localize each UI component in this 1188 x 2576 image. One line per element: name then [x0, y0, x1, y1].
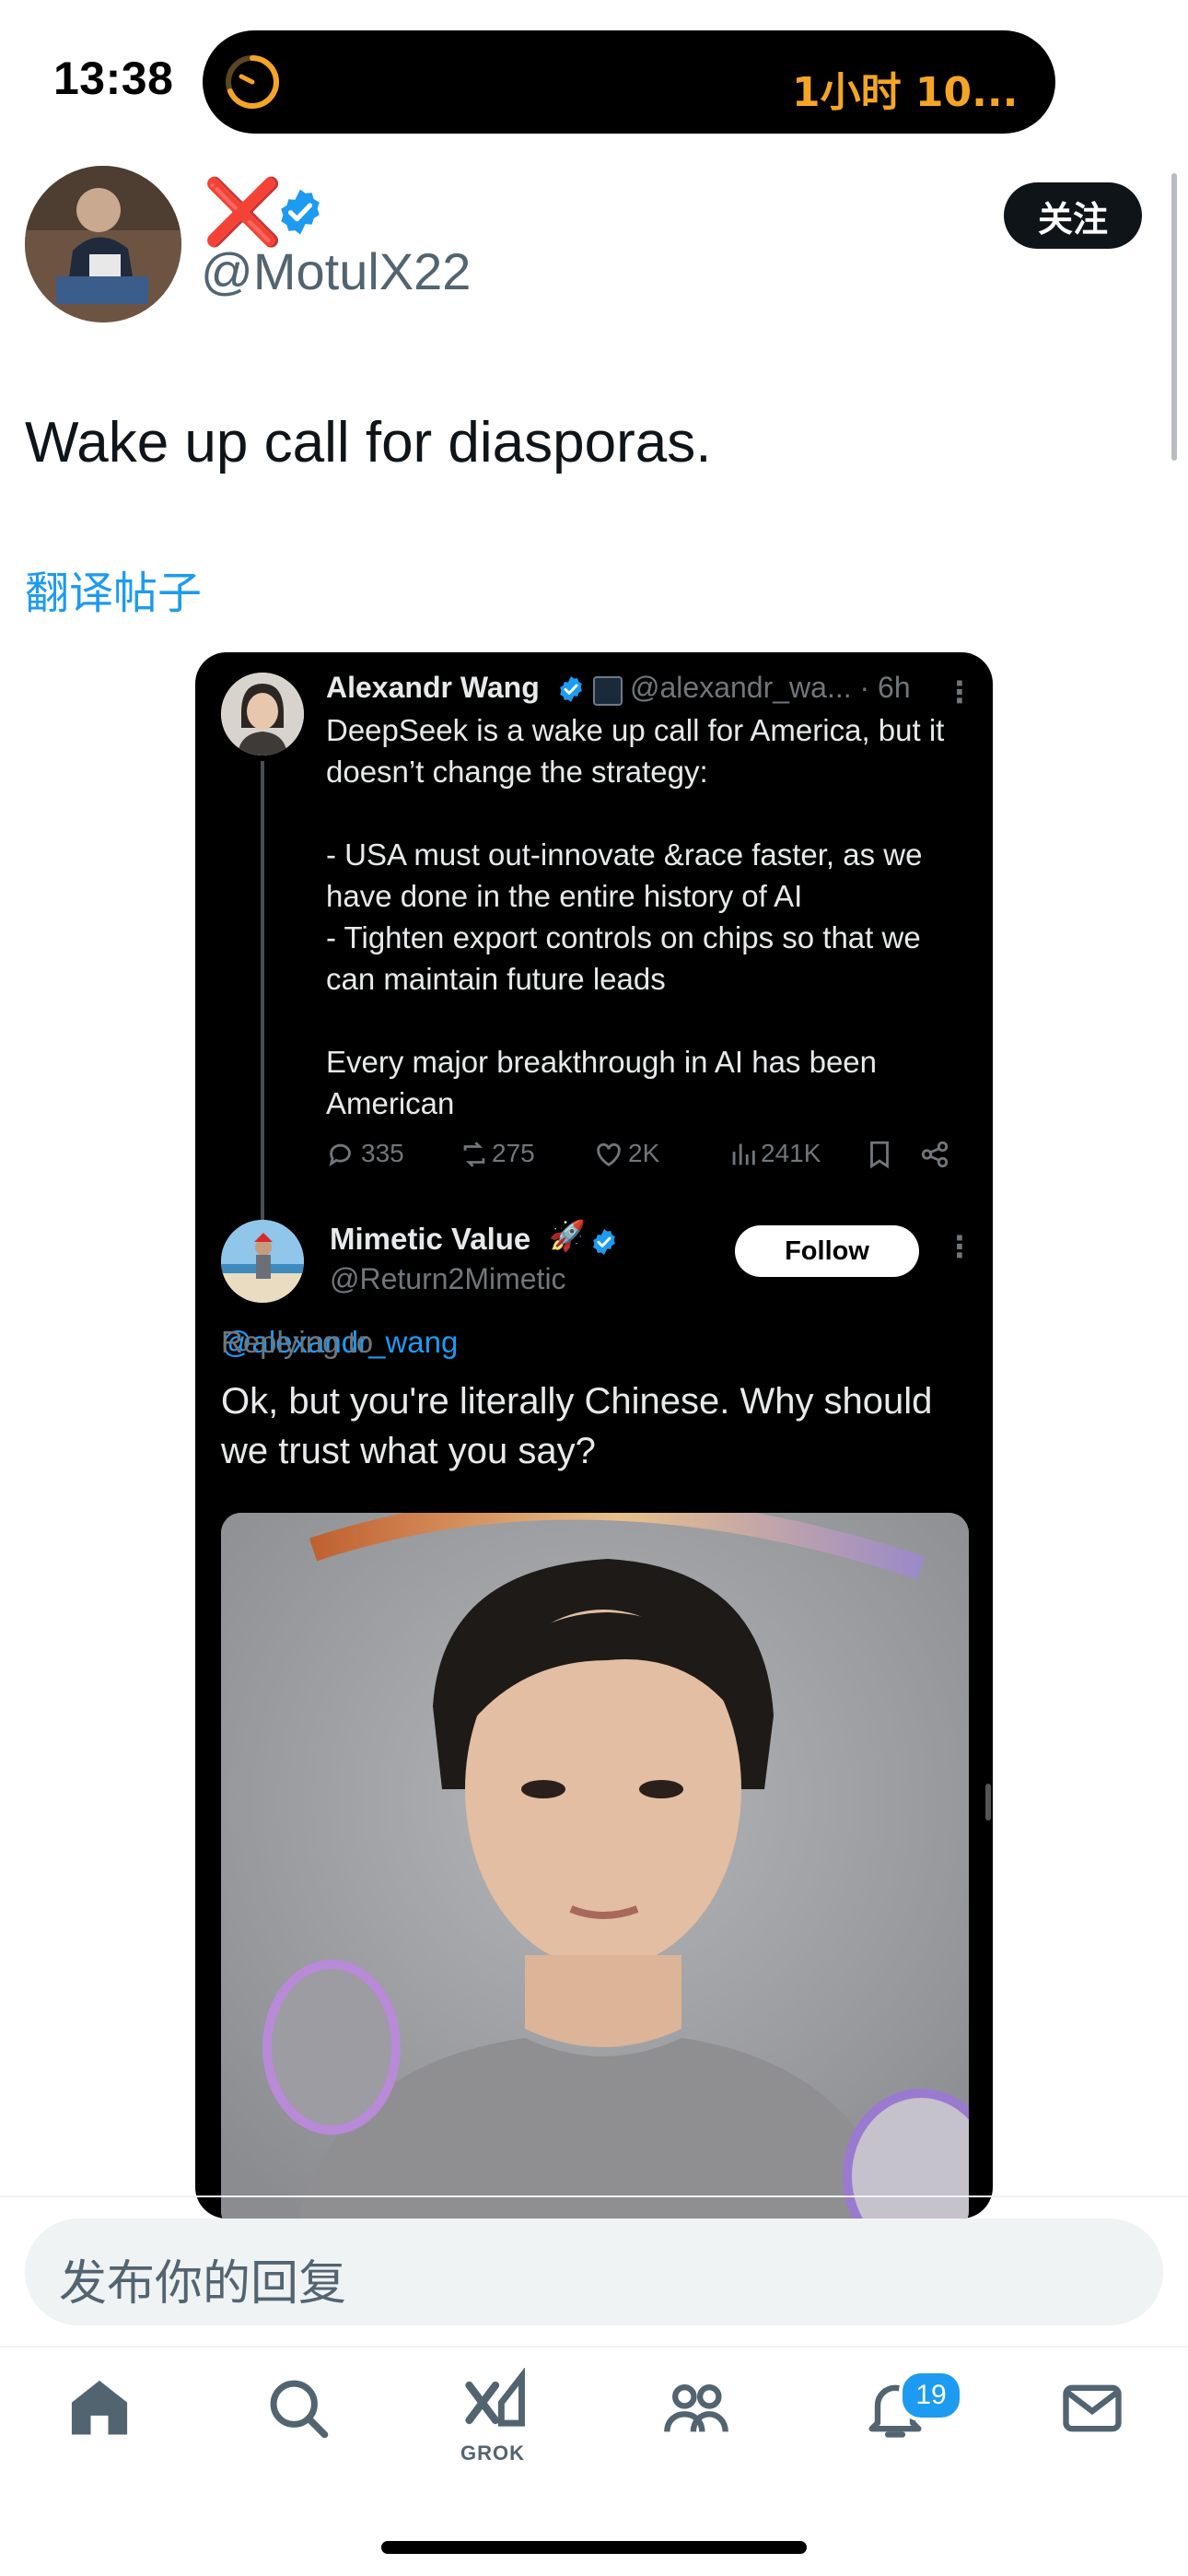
- divider: [0, 2195, 1188, 2197]
- like-count: 2K: [628, 1139, 660, 1167]
- messages-icon[interactable]: [1057, 2373, 1127, 2443]
- live-activity-text: 1小时 10...: [792, 69, 1019, 116]
- thread-line: [261, 761, 264, 1222]
- embedded-scrollbar: [985, 1784, 991, 1821]
- affiliation-badge-icon: [593, 676, 623, 706]
- embedded-screenshot[interactable]: Alexandr Wang @alexandr_wa... · 6h ⋮ Dee…: [195, 652, 993, 2219]
- embedded-follow-button: Follow: [735, 1225, 919, 1277]
- reply-author-name: Mimetic Value: [330, 1222, 531, 1256]
- translate-post-link[interactable]: 翻译帖子: [25, 556, 202, 621]
- reply-tweet-text: Ok, but you're literally Chinese. Why sh…: [221, 1381, 933, 1471]
- search-icon[interactable]: [263, 2373, 333, 2443]
- bookmark-icon: [870, 1141, 889, 1169]
- follow-button[interactable]: 关注: [1004, 182, 1142, 249]
- replying-prefix: Replying to: [221, 1325, 374, 1359]
- author-handle[interactable]: @MotulX22: [201, 241, 471, 301]
- alexandr-wang-avatar: [221, 673, 304, 755]
- reply-count: 335: [361, 1139, 404, 1167]
- verified-badge-icon: [560, 676, 582, 702]
- more-options-icon: ⋮: [945, 675, 974, 708]
- rocket-icon: 🚀: [549, 1219, 586, 1252]
- original-handle-time: @alexandr_wa... · 6h: [630, 671, 911, 704]
- reply-author-handle: @Return2Mimetic: [330, 1262, 566, 1295]
- home-icon[interactable]: [64, 2373, 134, 2443]
- grok-icon[interactable]: [460, 2368, 530, 2438]
- repost-count: 275: [492, 1139, 535, 1167]
- share-icon: [921, 1141, 949, 1168]
- like-icon: [597, 1142, 621, 1167]
- timer-icon: [226, 55, 279, 109]
- verified-badge-icon: [593, 1229, 615, 1255]
- portrait-photo: [221, 1513, 969, 2219]
- more-options-icon: ⋮: [945, 1230, 974, 1263]
- home-indicator[interactable]: [381, 2541, 807, 2554]
- communities-icon[interactable]: [661, 2373, 731, 2443]
- avatar-photo: [25, 166, 181, 322]
- grok-label[interactable]: GROK: [460, 2441, 525, 2465]
- repost-icon: [463, 1142, 485, 1167]
- author-avatar[interactable]: [25, 166, 181, 322]
- notifications-count-badge[interactable]: 19: [899, 2370, 963, 2421]
- scrollbar[interactable]: [1171, 173, 1177, 461]
- verified-badge-icon: [281, 189, 320, 235]
- reply-placeholder[interactable]: 发布你的回复: [59, 2244, 346, 2313]
- reply-icon: [329, 1143, 351, 1166]
- mimetic-value-avatar: [221, 1220, 304, 1303]
- original-tweet-text: DeepSeek is a wake up call for America, …: [326, 713, 945, 1120]
- divider: [0, 2346, 1188, 2348]
- replying-to: Replying to @alexandr_wang: [221, 1325, 458, 1360]
- status-time: 13:38: [53, 53, 174, 104]
- views-icon: [732, 1143, 755, 1165]
- author-name[interactable]: ❌: [203, 180, 283, 244]
- view-count: 241K: [761, 1139, 821, 1167]
- post-text: Wake up call for diasporas.: [25, 411, 712, 474]
- original-author-name: Alexandr Wang: [326, 671, 540, 704]
